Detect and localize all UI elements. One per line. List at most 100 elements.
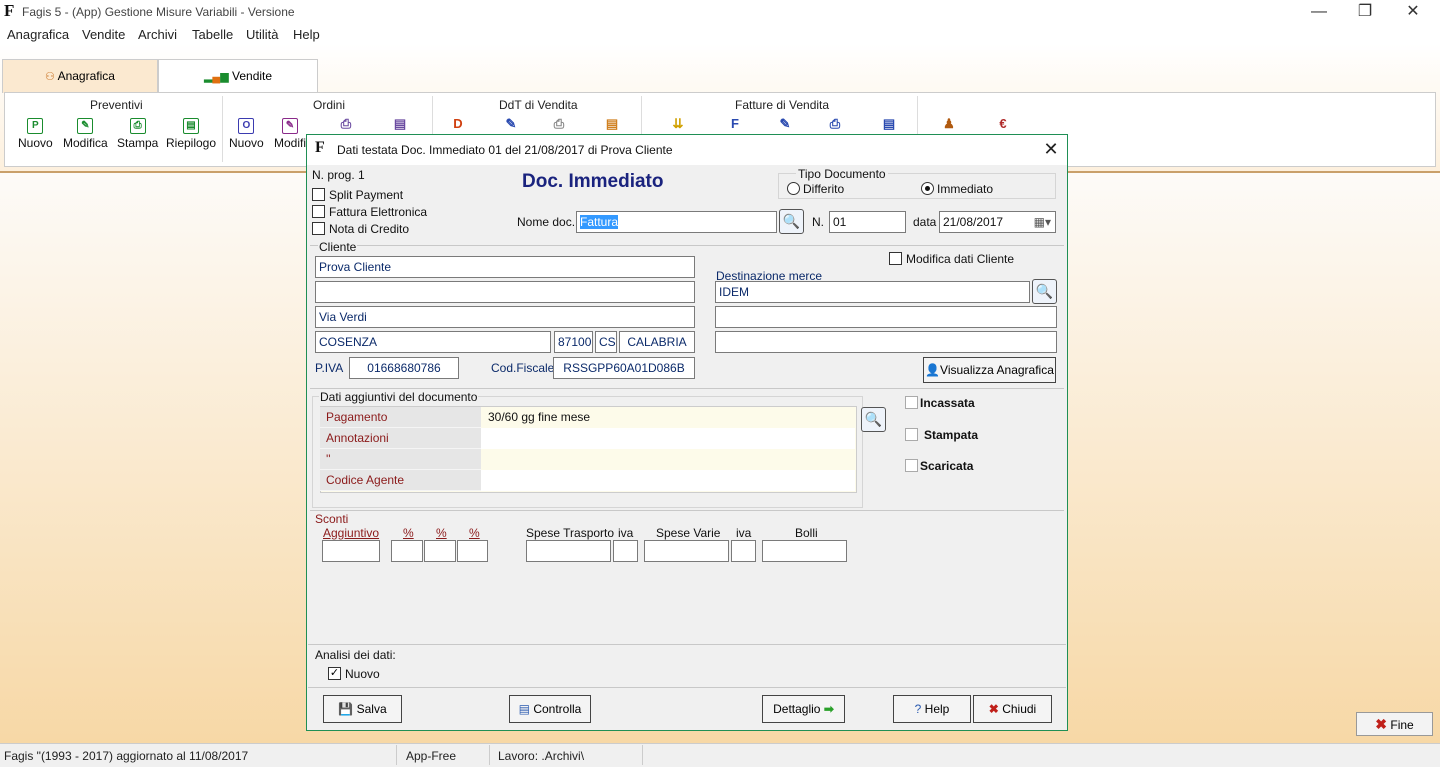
- fine-button[interactable]: ✖ Fine: [1356, 712, 1433, 736]
- modify-client-checkbox[interactable]: [889, 252, 902, 265]
- maximize-button[interactable]: ❐: [1350, 2, 1380, 22]
- new-analysis-checkbox[interactable]: ✓: [328, 667, 341, 680]
- calendar-dropdown-icon[interactable]: ▦▾: [1034, 212, 1051, 232]
- tab-vendite[interactable]: ▂▄▆ Vendite: [158, 59, 318, 94]
- client-name-field[interactable]: Prova Cliente: [315, 256, 695, 278]
- menu-tabelle[interactable]: Tabelle: [192, 27, 233, 42]
- ribbon-icon[interactable]: €: [995, 116, 1011, 134]
- credit-note-checkbox[interactable]: [312, 222, 325, 235]
- check-button[interactable]: ▤ Controlla: [509, 695, 591, 723]
- immediato-radio[interactable]: [921, 182, 934, 195]
- grid-row-blank[interactable]: '': [320, 449, 855, 470]
- tab-anagrafica[interactable]: ⚇ Anagrafica: [2, 59, 158, 93]
- electronic-invoice-checkbox[interactable]: [312, 205, 325, 218]
- grid-key: Codice Agente: [320, 470, 481, 491]
- ribbon-icon[interactable]: ✎: [503, 116, 519, 134]
- destination-line1-field[interactable]: IDEM: [715, 281, 1030, 303]
- window-title: Fagis 5 - (App) Gestione Misure Variabil…: [22, 5, 295, 19]
- help-button[interactable]: ? Help: [893, 695, 971, 723]
- client-province-field[interactable]: CS: [595, 331, 617, 353]
- client-line2-field[interactable]: [315, 281, 695, 303]
- view-registry-button[interactable]: 👤Visualizza Anagrafica: [923, 357, 1056, 383]
- grid-row-codice-agente[interactable]: Codice Agente: [320, 470, 855, 491]
- ribbon-icon[interactable]: ✎: [777, 116, 793, 134]
- electronic-invoice-label: Fattura Elettronica: [329, 205, 428, 219]
- ribbon-icon[interactable]: ⎙: [551, 116, 567, 134]
- ribbon-icon[interactable]: ⇊: [670, 116, 686, 134]
- ribbon-icon[interactable]: D: [450, 116, 466, 134]
- doc-name-input[interactable]: Fattura: [576, 211, 777, 233]
- separator: [310, 245, 1064, 246]
- ribbon-icon[interactable]: ♟: [941, 116, 957, 134]
- doc-name-value: Fattura: [580, 215, 619, 229]
- grid-row-annotazioni[interactable]: Annotazioni: [320, 428, 855, 449]
- doc-name-search-icon[interactable]: 🔍: [779, 209, 804, 234]
- transport-costs-input[interactable]: [526, 540, 611, 562]
- ribbon-icon[interactable]: F: [727, 116, 743, 134]
- dialog-close-button[interactable]: ✕: [1040, 138, 1062, 160]
- client-region-field[interactable]: CALABRIA: [619, 331, 695, 353]
- ribbon-icon[interactable]: ⎙: [827, 116, 843, 134]
- discount2-input[interactable]: [424, 540, 456, 562]
- ribbon-button[interactable]: ▤ Riepilogo: [166, 118, 216, 150]
- stampata-label: Stampata: [924, 428, 979, 442]
- ribbon-button-label: Nuovo: [229, 136, 264, 150]
- data-analysis-label: Analisi dei dati:: [315, 648, 396, 662]
- extra-discount-input[interactable]: [322, 540, 380, 562]
- grid-key: Pagamento: [320, 407, 481, 428]
- client-address-field[interactable]: Via Verdi: [315, 306, 695, 328]
- ribbon-button[interactable]: ✎ Modifica: [63, 118, 108, 150]
- save-button[interactable]: 💾 Salva: [323, 695, 402, 723]
- discount1-input[interactable]: [391, 540, 423, 562]
- other-vat-input[interactable]: [731, 540, 756, 562]
- people-icon: ⚇: [45, 71, 55, 83]
- group-preventivi: Preventivi: [90, 98, 143, 112]
- close-button[interactable]: ✕: [1398, 2, 1428, 22]
- menu-anagrafica[interactable]: Anagrafica: [7, 27, 69, 42]
- doc-number-input[interactable]: 01: [829, 211, 906, 233]
- status-separator: [396, 745, 397, 765]
- stampata-checkbox[interactable]: [905, 428, 918, 441]
- ribbon-icon[interactable]: ⎙: [338, 116, 354, 134]
- differito-radio[interactable]: [787, 182, 800, 195]
- transport-vat-input[interactable]: [613, 540, 638, 562]
- group-separator: [222, 96, 223, 162]
- menu-vendite[interactable]: Vendite: [82, 27, 125, 42]
- client-cap-field[interactable]: 87100: [554, 331, 593, 353]
- ribbon-icon[interactable]: ▤: [392, 116, 408, 134]
- credit-note-label: Nota di Credito: [329, 222, 410, 236]
- ribbon-button[interactable]: ✎ Modifi: [274, 118, 306, 150]
- ribbon-button[interactable]: O Nuovo: [229, 118, 264, 150]
- menu-help[interactable]: Help: [293, 27, 320, 42]
- incassata-checkbox[interactable]: [905, 396, 918, 409]
- menu-archivi[interactable]: Archivi: [138, 27, 177, 42]
- tax-code-field[interactable]: RSSGPP60A01D086B: [553, 357, 695, 379]
- ribbon-icon[interactable]: ▤: [604, 116, 620, 134]
- split-payment-checkbox[interactable]: [312, 188, 325, 201]
- other-costs-label: Spese Varie: [656, 526, 721, 540]
- tax-code-label: Cod.Fiscale: [491, 361, 555, 375]
- other-costs-input[interactable]: [644, 540, 729, 562]
- details-button[interactable]: Dettaglio ➡: [762, 695, 845, 723]
- close-dialog-button[interactable]: ✖ Chiudi: [973, 695, 1052, 723]
- menu-utilita[interactable]: Utilità: [246, 27, 279, 42]
- destination-search-icon[interactable]: 🔍: [1032, 279, 1057, 304]
- destination-line2-field[interactable]: [715, 306, 1057, 328]
- ribbon-button[interactable]: ⎙ Stampa: [117, 118, 158, 150]
- destination-line3-field[interactable]: [715, 331, 1057, 353]
- client-city-field[interactable]: COSENZA: [315, 331, 551, 353]
- additional-data-search-icon[interactable]: 🔍: [861, 407, 886, 432]
- discount3-input[interactable]: [457, 540, 488, 562]
- vat-number-field[interactable]: 01668680786: [349, 357, 459, 379]
- scaricata-checkbox[interactable]: [905, 459, 918, 472]
- minimize-button[interactable]: —: [1304, 2, 1334, 22]
- ribbon-icon[interactable]: ▤: [881, 116, 897, 134]
- group-ordini: Ordini: [313, 98, 346, 112]
- doc-date-input[interactable]: 21/08/2017 ▦▾: [939, 211, 1056, 233]
- grid-row-pagamento[interactable]: Pagamento 30/60 gg fine mese: [320, 407, 855, 428]
- ribbon-button[interactable]: P Nuovo: [18, 118, 53, 150]
- document-type-label: Tipo Documento: [796, 167, 888, 181]
- differito-label: Differito: [803, 182, 845, 196]
- group-fatture: Fatture di Vendita: [735, 98, 830, 112]
- stamps-input[interactable]: [762, 540, 847, 562]
